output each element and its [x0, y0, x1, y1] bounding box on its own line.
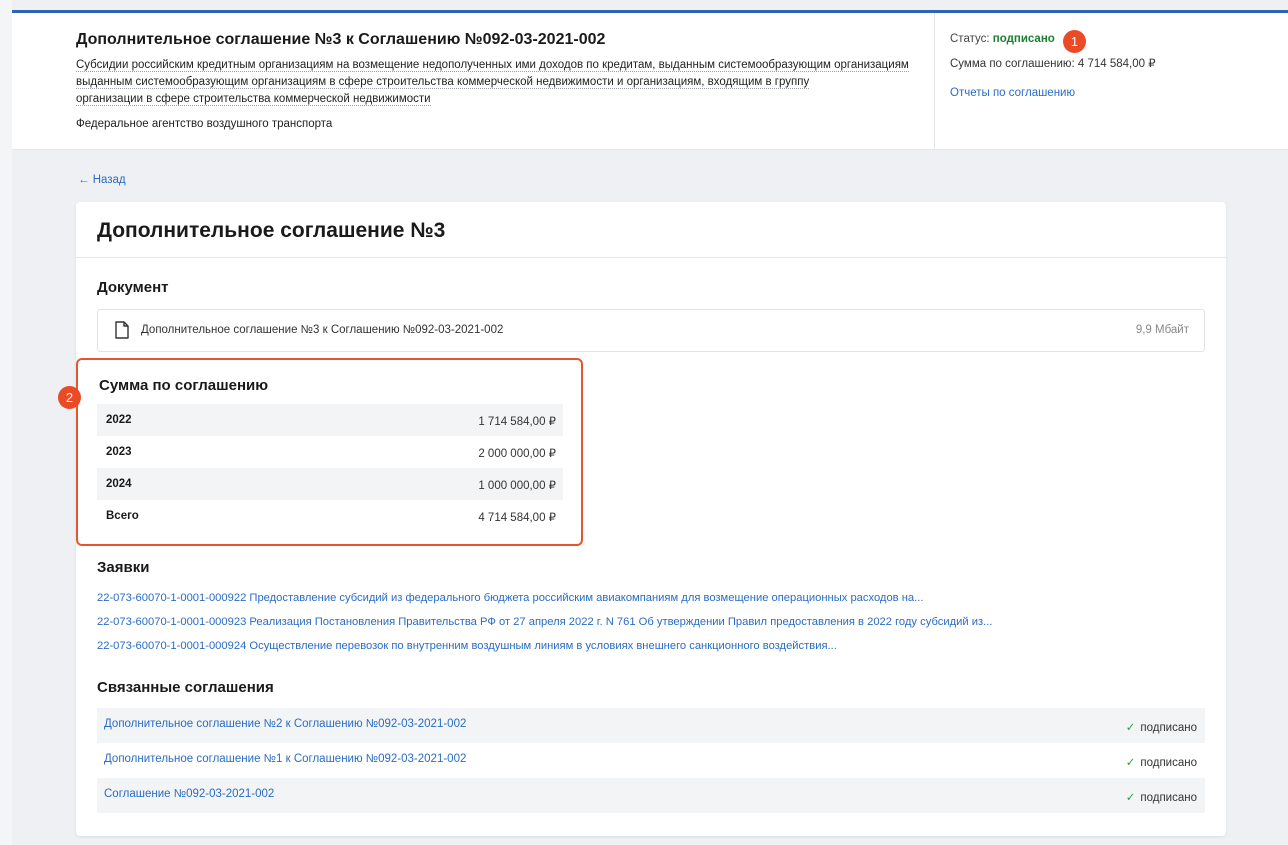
document-icon: [115, 321, 129, 339]
sum-year: 2023: [106, 446, 132, 458]
applications-section-title: Заявки: [97, 559, 150, 576]
card-title: Дополнительное соглашение №3: [97, 219, 446, 242]
sum-row: 2022 1 714 584,00 ₽: [97, 404, 563, 436]
related-agreement-row: Соглашение №092-03-2021-002 ✓ подписано: [97, 778, 1205, 813]
application-link[interactable]: 22-073-60070-1-0001-000922 Предоставлени…: [97, 592, 923, 604]
annotation-badge-1: 1: [1063, 30, 1086, 53]
status-value: подписано: [992, 33, 1055, 45]
status-label: Статус:: [950, 33, 990, 45]
related-agreement-row: Дополнительное соглашение №2 к Соглашени…: [97, 708, 1205, 743]
left-gutter: [0, 0, 12, 845]
sum-total-label: Всего: [106, 510, 139, 522]
sum-row: 2024 1 000 000,00 ₽: [97, 468, 563, 500]
document-row[interactable]: Дополнительное соглашение №3 к Соглашени…: [97, 309, 1205, 352]
sum-highlight-box: Сумма по соглашению 2022 1 714 584,00 ₽ …: [76, 358, 583, 546]
related-status-label: подписано: [1140, 792, 1197, 804]
sum-section-title: Сумма по соглашению: [99, 377, 269, 394]
related-agreement-link[interactable]: Дополнительное соглашение №2 к Соглашени…: [104, 718, 466, 730]
related-agreement-status: ✓ подписано: [1126, 755, 1197, 769]
related-agreement-link[interactable]: Дополнительное соглашение №1 к Соглашени…: [104, 753, 466, 765]
agreement-header: Дополнительное соглашение №3 к Соглашени…: [12, 13, 1288, 150]
sum-year: 2024: [106, 478, 132, 490]
description-line: Субсидии российским кредитным организаци…: [76, 59, 909, 72]
sum-total-row: Всего 4 714 584,00 ₽: [97, 500, 563, 532]
description-line: выданным системообразующим организациям …: [76, 76, 810, 89]
check-icon: ✓: [1125, 757, 1136, 769]
sum-amount: 1 714 584,00 ₽: [478, 416, 556, 428]
document-size: 9,9 Мбайт: [1135, 324, 1189, 336]
document-name: Дополнительное соглашение №3 к Соглашени…: [141, 324, 504, 336]
sum-amount: 2 000 000,00 ₽: [478, 448, 556, 460]
status-line: Статус: подписано: [950, 31, 1270, 48]
sum-label: Сумма по соглашению:: [950, 58, 1075, 70]
related-section-title: Связанные соглашения: [97, 679, 274, 696]
sum-value: 4 714 584,00 ₽: [1077, 58, 1156, 70]
application-link[interactable]: 22-073-60070-1-0001-000924 Осуществление…: [97, 640, 837, 652]
application-link[interactable]: 22-073-60070-1-0001-000923 Реализация По…: [97, 616, 992, 628]
sum-total-amount: 4 714 584,00 ₽: [478, 512, 556, 524]
check-icon: ✓: [1125, 722, 1136, 734]
sum-amount: 1 000 000,00 ₽: [478, 480, 556, 492]
description-line: организации в сфере строительства коммер…: [76, 93, 431, 106]
header-description: Субсидии российским кредитным организаци…: [76, 57, 936, 108]
reports-link[interactable]: Отчеты по соглашению: [950, 85, 1270, 102]
related-agreement-row: Дополнительное соглашение №1 к Соглашени…: [97, 743, 1205, 778]
related-agreement-status: ✓ подписано: [1126, 720, 1197, 734]
back-link[interactable]: ← Назад: [78, 174, 126, 186]
header-main: Дополнительное соглашение №3 к Соглашени…: [76, 31, 936, 130]
related-agreement-status: ✓ подписано: [1126, 790, 1197, 804]
agency-name: Федеральное агентство воздушного транспо…: [76, 118, 333, 130]
agreement-card: Дополнительное соглашение №3 Документ До…: [76, 202, 1226, 836]
sum-year: 2022: [106, 414, 132, 426]
related-status-label: подписано: [1140, 722, 1197, 734]
card-header: Дополнительное соглашение №3: [76, 202, 1226, 258]
annotation-badge-2: 2: [58, 386, 81, 409]
header-divider: [934, 13, 935, 150]
sum-row: 2023 2 000 000,00 ₽: [97, 436, 563, 468]
header-title: Дополнительное соглашение №3 к Соглашени…: [76, 31, 606, 48]
sum-line: Сумма по соглашению: 4 714 584,00 ₽: [950, 56, 1270, 73]
related-agreement-link[interactable]: Соглашение №092-03-2021-002: [104, 788, 274, 800]
check-icon: ✓: [1125, 792, 1136, 804]
header-status-panel: Статус: подписано Сумма по соглашению: 4…: [950, 31, 1270, 102]
related-status-label: подписано: [1140, 757, 1197, 769]
document-section-title: Документ: [97, 279, 169, 296]
